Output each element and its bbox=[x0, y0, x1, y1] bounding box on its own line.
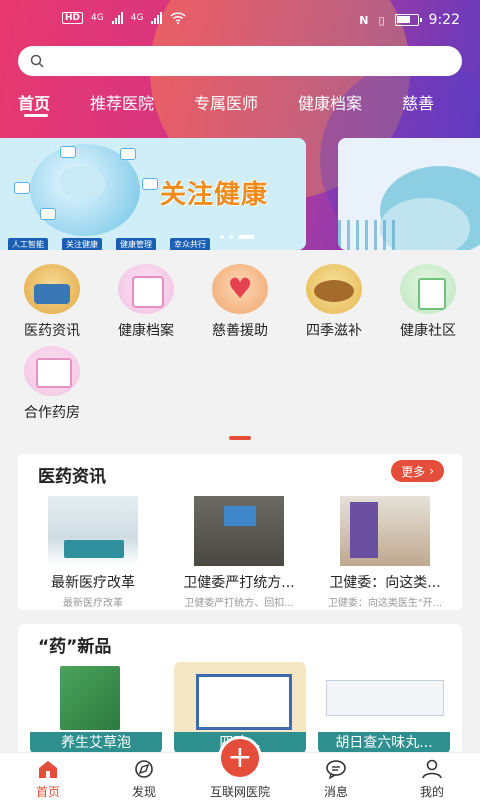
drug-section-title: “药”新品 bbox=[38, 637, 112, 657]
vibrate-icon: ▯ bbox=[378, 13, 385, 27]
category-health-file[interactable]: 健康档案 bbox=[99, 264, 193, 340]
category-label: 健康档案 bbox=[118, 323, 174, 339]
nav-label: 我的 bbox=[419, 785, 444, 799]
category-medical-news[interactable]: 医药资讯 bbox=[5, 264, 99, 340]
nav-label: 发现 bbox=[131, 785, 156, 799]
doctor-icon bbox=[60, 146, 76, 158]
news-more-button[interactable]: 更多 › bbox=[391, 460, 444, 482]
chevron-right-icon: › bbox=[429, 464, 434, 478]
category-grid: 医药资讯 健康档案 慈善援助 四季滋补 健康社区 合作药房 bbox=[0, 258, 480, 438]
news-headline: 最新医疗改革 bbox=[51, 575, 135, 591]
drug-item[interactable]: 养生艾草泡 bbox=[30, 662, 162, 754]
health-file-icon bbox=[118, 264, 174, 314]
ambulance-icon bbox=[120, 148, 136, 160]
category-label: 健康社区 bbox=[400, 323, 456, 339]
clipboard-icon bbox=[142, 178, 158, 190]
banner-pill: 人工智能 bbox=[8, 238, 48, 250]
banner-slide-next[interactable] bbox=[338, 138, 480, 250]
news-thumbnail bbox=[340, 496, 430, 566]
drug-item[interactable]: 胡日查六味丸... bbox=[318, 662, 450, 754]
clock: 9:22 bbox=[428, 12, 460, 28]
banner-pill: 幸众共行 bbox=[170, 238, 210, 250]
drug-name: 养生艾草泡 bbox=[30, 732, 162, 754]
search-bar[interactable] bbox=[18, 46, 462, 76]
banner-pill: 关注健康 bbox=[62, 238, 102, 250]
category-label: 合作药房 bbox=[24, 405, 80, 421]
drug-image bbox=[318, 662, 450, 740]
drug-image bbox=[30, 662, 162, 740]
news-thumbnail bbox=[194, 496, 284, 566]
category-label: 医药资讯 bbox=[24, 323, 80, 339]
tab-health-records[interactable]: 健康档案 bbox=[298, 90, 362, 114]
home-icon bbox=[39, 761, 57, 778]
internet-hospital-plus-button[interactable]: + bbox=[218, 736, 262, 780]
tab-active-indicator bbox=[24, 114, 48, 117]
new-drugs-section: “药”新品 养生艾草泡 四味... 胡日查六味丸... bbox=[18, 624, 462, 754]
pharmacy-icon bbox=[24, 346, 80, 396]
phone-icon bbox=[40, 208, 56, 220]
search-icon bbox=[30, 54, 44, 68]
top-tabs: 首页 推荐医院 专属医师 健康档案 慈善 bbox=[0, 90, 480, 126]
news-subtitle: 卫健委严打统方、回扣... bbox=[184, 598, 294, 609]
tab-charity[interactable]: 慈善 bbox=[402, 90, 434, 114]
drug-name: 胡日查六味丸... bbox=[318, 732, 450, 754]
category-charity-aid[interactable]: 慈善援助 bbox=[193, 264, 287, 340]
monitor-icon bbox=[14, 182, 30, 194]
nfc-icon: N bbox=[359, 13, 369, 27]
banner-pill: 健康管理 bbox=[116, 238, 156, 250]
tab-dedicated-doctors[interactable]: 专属医师 bbox=[194, 90, 258, 114]
wifi-icon bbox=[170, 12, 186, 24]
battery-icon bbox=[394, 14, 422, 26]
category-health-community[interactable]: 健康社区 bbox=[381, 264, 475, 340]
more-label: 更多 bbox=[401, 464, 426, 479]
news-icon bbox=[24, 264, 80, 314]
nav-label: 首页 bbox=[35, 785, 60, 799]
nav-messages[interactable]: 消息 bbox=[296, 759, 376, 800]
news-item[interactable]: 卫健委严打统方... 卫健委严打统方、回扣... bbox=[174, 496, 304, 609]
plus-icon: + bbox=[227, 740, 253, 775]
banner-title: 关注健康 bbox=[160, 180, 269, 210]
signal-label-b: 4G bbox=[130, 13, 144, 23]
news-headline: 卫健委严打统方... bbox=[183, 575, 295, 591]
charity-heart-icon bbox=[212, 264, 268, 314]
news-item[interactable]: 卫健委：向这类... 卫健委：向这类医生"开... bbox=[320, 496, 450, 609]
decorative-pattern bbox=[338, 220, 398, 250]
community-icon bbox=[400, 264, 456, 314]
message-icon bbox=[326, 760, 346, 779]
tab-recommended-hospitals[interactable]: 推荐医院 bbox=[90, 90, 154, 114]
signal-icon-2 bbox=[151, 12, 163, 24]
nav-profile[interactable]: 我的 bbox=[392, 759, 472, 800]
news-headline: 卫健委：向这类... bbox=[329, 575, 441, 591]
nav-label: 互联网医院 bbox=[209, 785, 270, 799]
news-section: 医药资讯 更多 › 最新医疗改革 最新医疗改革 卫健委严打统方... 卫健委严打… bbox=[18, 454, 462, 610]
news-subtitle: 最新医疗改革 bbox=[63, 598, 123, 609]
drug-image bbox=[174, 662, 306, 740]
hd-badge: HD bbox=[62, 12, 84, 24]
seasonal-tonic-icon bbox=[306, 264, 362, 314]
signal-label-a: 4G bbox=[91, 13, 104, 23]
news-item[interactable]: 最新医疗改革 最新医疗改革 bbox=[28, 496, 158, 609]
news-subtitle: 卫健委：向这类医生"开... bbox=[327, 598, 443, 609]
news-thumbnail bbox=[48, 496, 138, 566]
grid-page-indicator bbox=[229, 436, 251, 440]
category-partner-pharmacy[interactable]: 合作药房 bbox=[5, 346, 99, 422]
tab-home[interactable]: 首页 bbox=[18, 90, 50, 114]
search-input[interactable] bbox=[52, 53, 462, 69]
profile-icon bbox=[422, 759, 442, 779]
nav-discover[interactable]: 发现 bbox=[104, 759, 184, 800]
category-seasonal-tonic[interactable]: 四季滋补 bbox=[287, 264, 381, 340]
status-bar: HD 4G 4G N ▯ 9:22 bbox=[0, 0, 480, 40]
nav-label: 消息 bbox=[323, 785, 348, 799]
nav-home[interactable]: 首页 bbox=[8, 759, 88, 800]
carousel-dots bbox=[220, 235, 254, 239]
discover-icon bbox=[135, 760, 153, 778]
category-label: 四季滋补 bbox=[306, 323, 362, 339]
banner-slide-current[interactable]: 关注健康 人工智能 关注健康 健康管理 幸众共行 bbox=[0, 138, 306, 250]
category-label: 慈善援助 bbox=[212, 323, 268, 339]
banner-pills: 人工智能 关注健康 健康管理 幸众共行 bbox=[8, 238, 210, 250]
signal-icon bbox=[111, 12, 123, 24]
news-section-title: 医药资讯 bbox=[38, 467, 106, 487]
